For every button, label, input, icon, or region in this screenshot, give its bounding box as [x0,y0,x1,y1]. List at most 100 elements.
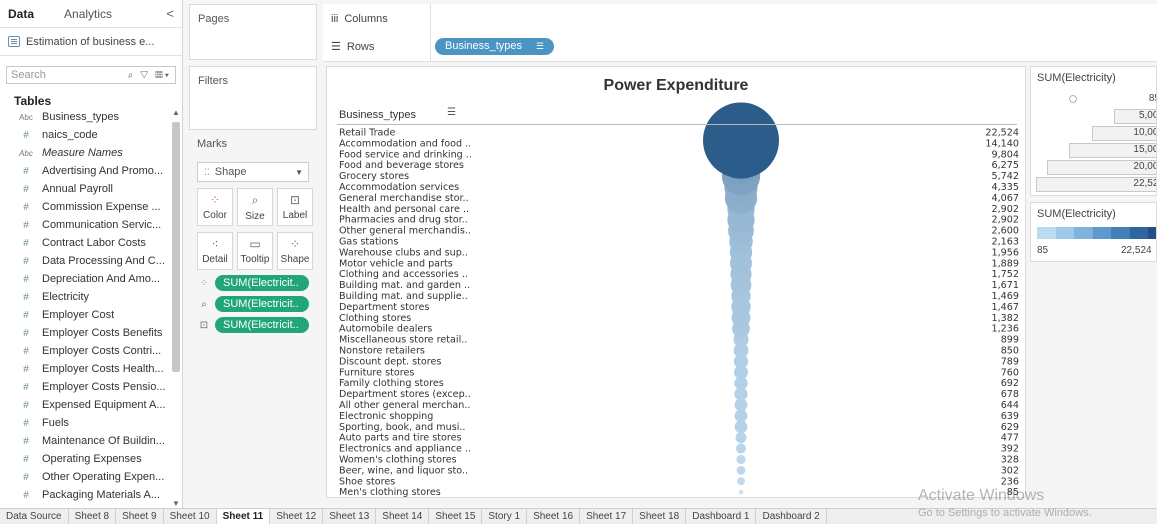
category-label[interactable]: Warehouse clubs and sup.. [339,247,468,258]
bubble-mark[interactable] [735,432,747,444]
category-label[interactable]: Miscellaneous store retail.. [339,335,467,346]
bubble-mark[interactable] [703,102,779,179]
category-label[interactable]: General merchandise stor.. [339,193,469,204]
sheet-tab[interactable]: Dashboard 1 [686,509,757,524]
category-label[interactable]: Building mat. and garden .. [339,280,470,291]
bubble-mark[interactable] [734,420,748,434]
category-label[interactable]: Pharmacies and drug stor.. [339,215,468,226]
category-label[interactable]: Auto parts and tire stores [339,433,462,444]
field-item[interactable]: # Packaging Materials A... [0,486,170,504]
tab-analytics[interactable]: Analytics [56,7,120,21]
sum-electricity-pill[interactable]: SUM(Electricit.. [215,317,309,333]
sheet-tab[interactable]: Sheet 10 [164,509,217,524]
field-item[interactable]: # Electricity [0,288,170,306]
category-label[interactable]: Beer, wine, and liquor sto.. [339,465,468,476]
row-header-label[interactable]: Business_types [339,109,416,121]
bubble-mark[interactable] [736,465,746,475]
field-item[interactable]: # Employer Costs Health... [0,360,170,378]
bubble-mark[interactable] [738,489,744,495]
scroll-up-icon[interactable]: ▲ [172,108,180,117]
mark-tooltip-button[interactable]: ▭ Tooltip [237,232,273,270]
field-item[interactable]: # Employer Costs Pensio... [0,378,170,396]
field-item[interactable]: # naics_code [0,126,170,144]
pages-card[interactable]: Pages [189,4,317,60]
mark-color-button[interactable]: ⁘ Color [197,188,233,226]
category-label[interactable]: Clothing stores [339,313,411,324]
size-legend[interactable]: SUM(Electricity) 85 5,000 10,000 15,000 20,0… [1030,66,1157,196]
field-item[interactable]: # Commission Expense ... [0,198,170,216]
field-item[interactable]: # Contract Labor Costs [0,234,170,252]
sheet-tab[interactable]: Sheet 12 [270,509,324,524]
category-label[interactable]: Women's clothing stores [339,455,457,466]
category-label[interactable]: Health and personal care .. [339,204,469,215]
filters-card[interactable]: Filters [189,66,317,130]
mark-detail-button[interactable]: ⁖ Detail [197,232,233,270]
tab-data[interactable]: Data [0,7,42,21]
field-item[interactable]: # Data Processing And C... [0,252,170,270]
field-item[interactable]: # Employer Costs Contri... [0,342,170,360]
field-item[interactable]: # Depreciation And Amo... [0,270,170,288]
sum-electricity-pill[interactable]: SUM(Electricit.. [215,296,309,312]
sheet-tab[interactable]: Sheet 15 [429,509,483,524]
sheet-tab[interactable]: Sheet 16 [527,509,581,524]
category-label[interactable]: Automobile dealers [339,324,432,335]
category-label[interactable]: Clothing and accessories .. [339,269,468,280]
bubble-mark[interactable] [735,443,747,454]
category-label[interactable]: Furniture stores [339,367,414,378]
field-item[interactable]: Abc Business_types [0,108,170,126]
field-item[interactable]: # Annual Payroll [0,180,170,198]
field-item[interactable]: # Maintenance Of Buildin... [0,432,170,450]
collapse-pane-icon[interactable]: < [166,6,174,21]
field-item[interactable]: # Employer Cost [0,306,170,324]
category-label[interactable]: Shoe stores [339,476,395,487]
category-label[interactable]: Food service and drinking .. [339,149,472,160]
sheet-tab[interactable]: Sheet 9 [116,509,164,524]
field-item[interactable]: # Other Operating Expen... [0,468,170,486]
columns-shelf[interactable]: iii Columns [323,4,1157,34]
field-list-scrollbar[interactable]: ▲ ▼ [172,108,180,508]
field-item[interactable]: # Operating Expenses [0,450,170,468]
field-item[interactable]: # Employer Costs Benefits [0,324,170,342]
sheet-tab[interactable]: Sheet 8 [69,509,117,524]
field-item[interactable]: # Communication Servic... [0,216,170,234]
category-label[interactable]: Family clothing stores [339,378,444,389]
bubble-mark[interactable] [737,477,745,486]
color-legend[interactable]: SUM(Electricity) 85 22,524 [1030,202,1157,262]
category-label[interactable]: Accommodation and food .. [339,138,471,149]
sheet-tab[interactable]: Sheet 14 [376,509,430,524]
category-label[interactable]: Electronics and appliance .. [339,444,471,455]
header-sort-icon[interactable]: ☰ [447,107,456,118]
scroll-thumb[interactable] [172,122,180,372]
field-item[interactable]: # Fuels [0,414,170,432]
field-item[interactable]: # Advertising And Promo... [0,162,170,180]
mark-shape-button[interactable]: ⁘ Shape [277,232,313,270]
category-label[interactable]: Food and beverage stores [339,160,464,171]
category-label[interactable]: All other general merchan.. [339,400,470,411]
category-label[interactable]: Department stores (excep.. [339,389,471,400]
field-item[interactable]: Abc Measure Names [0,144,170,162]
search-filter-icons[interactable]: ⌕ ▽ ▦▾ [128,70,171,81]
chart-view[interactable]: Retail Trade 22,524 Accommodation and food… [326,66,1026,498]
datasource-item[interactable]: Estimation of business e... [0,28,182,56]
sheet-tab[interactable]: Data Source [0,509,69,524]
rows-shelf[interactable]: ☰ Rows Business_types ☰ [323,32,1157,62]
category-label[interactable]: Grocery stores [339,171,409,182]
bubble-mark[interactable] [736,454,746,465]
category-label[interactable]: Sporting, book, and musi.. [339,422,465,433]
mark-type-dropdown[interactable]: ⁚⁚ Shape ▼ [197,162,309,182]
scroll-down-icon[interactable]: ▼ [172,499,180,508]
category-label[interactable]: Retail Trade [339,128,396,139]
mark-label-button[interactable]: ⊡ Label [277,188,313,226]
sheet-tab[interactable]: Dashboard 2 [756,509,827,524]
category-label[interactable]: Nonstore retailers [339,346,425,357]
mark-size-button[interactable]: ⌕ Size [237,188,273,226]
sheet-tab[interactable]: Sheet 17 [580,509,634,524]
category-label[interactable]: Gas stations [339,237,398,248]
category-label[interactable]: Motor vehicle and parts [339,258,453,269]
rows-pill-business-types[interactable]: Business_types ☰ [435,38,555,55]
field-item[interactable]: # Expensed Equipment A... [0,396,170,414]
category-label[interactable]: Department stores [339,302,429,313]
category-label[interactable]: Other general merchandis.. [339,226,471,237]
sum-electricity-pill[interactable]: SUM(Electricit.. [215,275,309,291]
category-label[interactable]: Accommodation services [339,182,459,193]
